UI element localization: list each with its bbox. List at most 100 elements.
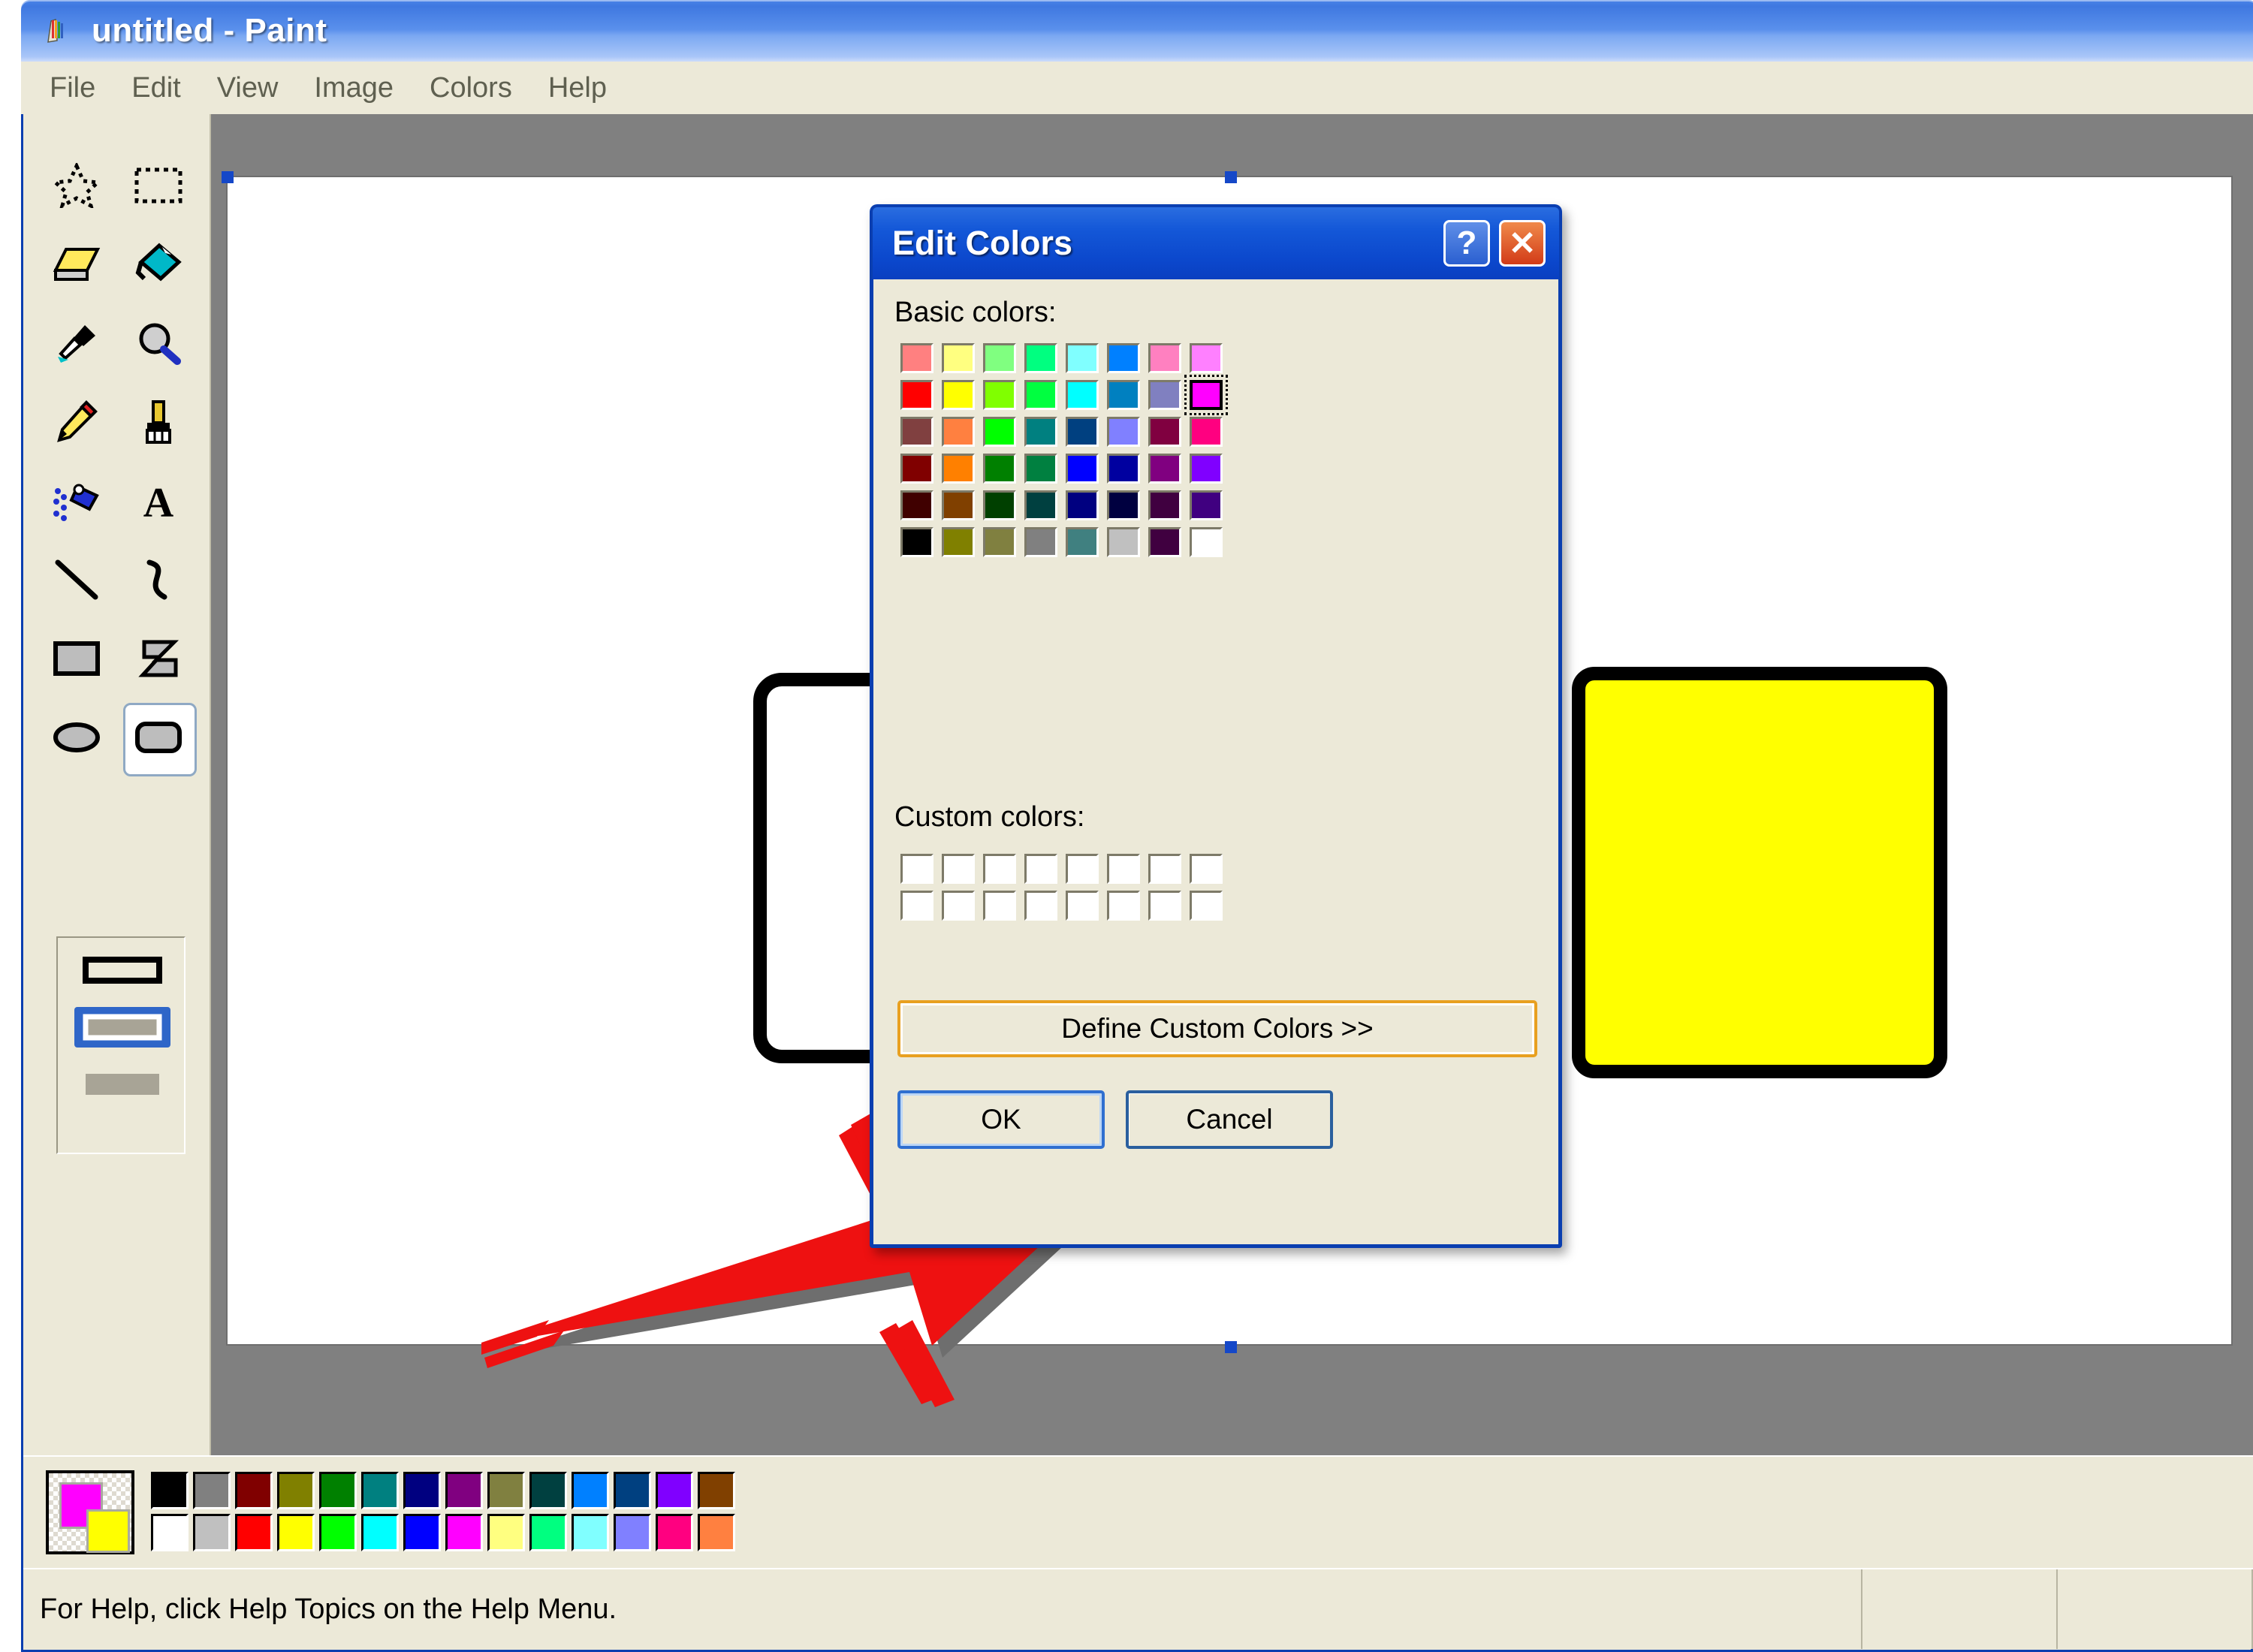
- basic-color-swatch[interactable]: [1148, 380, 1181, 410]
- custom-color-swatch[interactable]: [900, 891, 933, 921]
- custom-color-swatch[interactable]: [1148, 891, 1181, 921]
- basic-color-swatch[interactable]: [983, 380, 1016, 410]
- basic-color-swatch[interactable]: [1190, 490, 1223, 520]
- basic-color-swatch[interactable]: [1107, 380, 1140, 410]
- palette-color-swatch[interactable]: [572, 1472, 609, 1509]
- basic-color-swatch[interactable]: [1066, 380, 1099, 410]
- basic-color-swatch[interactable]: [1024, 527, 1057, 557]
- basic-color-swatch[interactable]: [942, 490, 975, 520]
- define-custom-colors-button[interactable]: Define Custom Colors >>: [897, 1000, 1537, 1057]
- basic-color-swatch[interactable]: [1024, 343, 1057, 373]
- basic-color-swatch[interactable]: [1190, 527, 1223, 557]
- menu-item-help[interactable]: Help: [533, 68, 622, 109]
- basic-color-swatch[interactable]: [900, 490, 933, 520]
- basic-color-swatch[interactable]: [900, 417, 933, 447]
- basic-color-swatch[interactable]: [1148, 343, 1181, 373]
- basic-color-swatch[interactable]: [1190, 343, 1223, 373]
- palette-color-swatch[interactable]: [572, 1514, 609, 1551]
- tool-magnifier[interactable]: [117, 306, 199, 384]
- basic-color-swatch[interactable]: [942, 417, 975, 447]
- basic-color-swatch[interactable]: [983, 527, 1016, 557]
- basic-color-swatch[interactable]: [983, 417, 1016, 447]
- tool-pencil[interactable]: [35, 384, 117, 463]
- basic-color-swatch[interactable]: [983, 490, 1016, 520]
- basic-color-swatch[interactable]: [1066, 527, 1099, 557]
- basic-color-swatch[interactable]: [1190, 417, 1223, 447]
- palette-color-swatch[interactable]: [319, 1472, 357, 1509]
- tool-ellipse[interactable]: [35, 700, 117, 779]
- palette-color-swatch[interactable]: [361, 1472, 399, 1509]
- custom-color-swatch[interactable]: [1066, 854, 1099, 884]
- palette-color-swatch[interactable]: [319, 1514, 357, 1551]
- menu-item-file[interactable]: File: [35, 68, 110, 109]
- current-color-indicator[interactable]: [46, 1470, 134, 1554]
- palette-color-swatch[interactable]: [698, 1472, 735, 1509]
- cancel-button[interactable]: Cancel: [1126, 1090, 1333, 1149]
- custom-color-swatch[interactable]: [1190, 854, 1223, 884]
- custom-color-swatch[interactable]: [942, 854, 975, 884]
- palette-color-swatch[interactable]: [445, 1514, 483, 1551]
- palette-color-swatch[interactable]: [614, 1472, 651, 1509]
- palette-color-swatch[interactable]: [151, 1472, 189, 1509]
- basic-color-swatch[interactable]: [983, 343, 1016, 373]
- palette-color-swatch[interactable]: [151, 1514, 189, 1551]
- basic-color-swatch[interactable]: [1148, 490, 1181, 520]
- palette-color-swatch[interactable]: [403, 1514, 441, 1551]
- ok-button[interactable]: OK: [897, 1090, 1105, 1149]
- palette-color-swatch[interactable]: [235, 1514, 273, 1551]
- basic-color-swatch[interactable]: [1148, 417, 1181, 447]
- outline-and-fill-option[interactable]: [74, 1007, 170, 1048]
- help-icon[interactable]: ?: [1443, 220, 1490, 267]
- basic-color-swatch[interactable]: [900, 343, 933, 373]
- custom-color-swatch[interactable]: [1190, 891, 1223, 921]
- custom-color-swatch[interactable]: [1024, 891, 1057, 921]
- canvas-handle-top-center[interactable]: [1225, 171, 1237, 183]
- tool-rectangle-select[interactable]: [117, 148, 199, 227]
- close-icon[interactable]: ✕: [1499, 220, 1546, 267]
- basic-color-swatch[interactable]: [1024, 380, 1057, 410]
- basic-color-swatch[interactable]: [1107, 454, 1140, 484]
- custom-color-swatch[interactable]: [1107, 891, 1140, 921]
- palette-color-swatch[interactable]: [193, 1472, 231, 1509]
- basic-color-swatch[interactable]: [1024, 417, 1057, 447]
- basic-color-swatch[interactable]: [1148, 454, 1181, 484]
- basic-color-swatch[interactable]: [900, 380, 933, 410]
- menu-item-colors[interactable]: Colors: [415, 68, 527, 109]
- tool-line[interactable]: [35, 542, 117, 621]
- basic-color-swatch[interactable]: [1066, 417, 1099, 447]
- basic-color-swatch[interactable]: [900, 454, 933, 484]
- canvas-handle-top-left[interactable]: [222, 171, 234, 183]
- basic-color-swatch[interactable]: [1066, 343, 1099, 373]
- palette-color-swatch[interactable]: [656, 1514, 693, 1551]
- tool-free-form-select[interactable]: [35, 148, 117, 227]
- palette-color-swatch[interactable]: [487, 1472, 525, 1509]
- menu-item-view[interactable]: View: [202, 68, 294, 109]
- tool-text[interactable]: A: [117, 463, 199, 542]
- basic-color-swatch[interactable]: [1024, 490, 1057, 520]
- basic-color-swatch[interactable]: [983, 454, 1016, 484]
- menu-item-edit[interactable]: Edit: [116, 68, 195, 109]
- basic-color-swatch[interactable]: [1066, 490, 1099, 520]
- palette-color-swatch[interactable]: [656, 1472, 693, 1509]
- palette-color-swatch[interactable]: [698, 1514, 735, 1551]
- tool-brush[interactable]: [117, 384, 199, 463]
- fill-only-option[interactable]: [74, 1064, 170, 1105]
- basic-color-swatch[interactable]: [942, 380, 975, 410]
- palette-color-swatch[interactable]: [193, 1514, 231, 1551]
- custom-color-swatch[interactable]: [983, 854, 1016, 884]
- canvas-handle-bottom-center[interactable]: [1225, 1341, 1237, 1353]
- custom-color-swatch[interactable]: [1148, 854, 1181, 884]
- palette-color-swatch[interactable]: [529, 1514, 567, 1551]
- palette-color-swatch[interactable]: [614, 1514, 651, 1551]
- tool-eraser[interactable]: [35, 227, 117, 306]
- tool-polygon[interactable]: [117, 621, 199, 700]
- basic-color-swatch[interactable]: [1190, 380, 1223, 410]
- custom-color-swatch[interactable]: [983, 891, 1016, 921]
- basic-color-swatch[interactable]: [1107, 343, 1140, 373]
- palette-color-swatch[interactable]: [277, 1472, 315, 1509]
- tool-fill-with-color[interactable]: [117, 227, 199, 306]
- basic-color-swatch[interactable]: [1107, 490, 1140, 520]
- basic-color-swatch[interactable]: [1107, 417, 1140, 447]
- palette-color-swatch[interactable]: [235, 1472, 273, 1509]
- basic-color-swatch[interactable]: [942, 343, 975, 373]
